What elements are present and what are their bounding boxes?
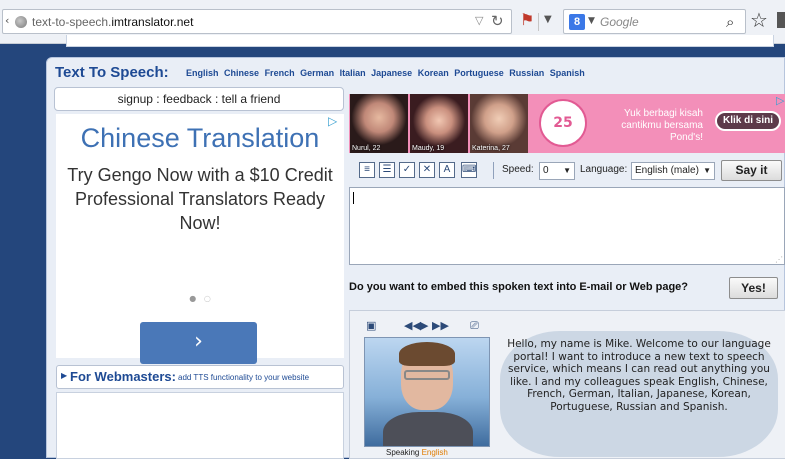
- expand-arrow-icon[interactable]: ▶: [61, 371, 67, 380]
- speaking-label: Speaking: [386, 448, 420, 457]
- ponds-logo[interactable]: 25: [539, 99, 587, 147]
- say-it-button[interactable]: Say it: [721, 160, 782, 181]
- speech-text: Hello, my name is Mike. Welcome to our l…: [507, 338, 771, 413]
- webmasters-section[interactable]: ▶ For Webmasters: add TTS functionality …: [56, 365, 344, 389]
- search-engine-icon[interactable]: 8: [569, 14, 585, 30]
- banner-cta-button[interactable]: Klik di sini: [715, 111, 781, 131]
- carousel-dot-active[interactable]: ●: [189, 294, 196, 303]
- webmasters-title[interactable]: For Webmasters:: [70, 369, 176, 384]
- avatar-panel: ▣ ◀◀ ▶ ▶▶ ⎚ Speaking English Hello, my n…: [349, 310, 785, 459]
- language-select[interactable]: English (male) ▼: [631, 162, 715, 180]
- banner-photo[interactable]: Katerina, 27: [470, 94, 528, 153]
- photo-caption: Katerina, 27: [472, 145, 510, 152]
- star-icon[interactable]: ☆: [750, 8, 768, 32]
- search-engine-dropdown-icon[interactable]: ▼: [588, 16, 595, 26]
- speaking-status: Speaking English: [386, 448, 448, 457]
- address-bar[interactable]: ‹ text-to-speech.imtranslator.net ▽ ↻: [2, 9, 512, 34]
- lang-link-russian[interactable]: Russian: [509, 68, 544, 78]
- language-links: English Chinese French German Italian Ja…: [186, 68, 588, 78]
- photo-caption: Maudy, 19: [412, 145, 445, 152]
- url-text[interactable]: text-to-speech.imtranslator.net: [32, 15, 193, 29]
- player-controls: ▣ ◀◀ ▶ ▶▶ ⎚: [366, 319, 494, 333]
- ad-title[interactable]: Chinese Translation: [56, 123, 344, 154]
- embed-row: Do you want to embed this spoken text in…: [349, 274, 785, 302]
- banner-text[interactable]: Yuk berbagi kisah cantikmu bersama Pond'…: [599, 108, 703, 144]
- language-value: English (male): [635, 165, 699, 176]
- notes-icon[interactable]: ≡: [359, 162, 375, 178]
- tts-text-input[interactable]: ⋰: [349, 187, 785, 265]
- ad-choices-icon[interactable]: ▷: [776, 94, 784, 107]
- url-history-dropdown-icon[interactable]: ▽: [475, 14, 483, 27]
- avatar-glasses: [404, 370, 450, 380]
- account-links-bar[interactable]: signup : feedback : tell a friend: [54, 87, 344, 111]
- ad-body[interactable]: Try Gengo Now with a $10 Credit Professi…: [66, 163, 334, 235]
- photo-caption: Nurul, 22: [352, 145, 381, 152]
- toolbar-separator: [538, 13, 539, 31]
- play-icon[interactable]: ▶: [420, 319, 428, 332]
- bookmark-ribbon-icon[interactable]: ⚑: [520, 10, 534, 29]
- text-ad[interactable]: ▷ Chinese Translation Try Gengo Now with…: [56, 114, 344, 364]
- lang-link-french[interactable]: French: [265, 68, 295, 78]
- rewind-icon[interactable]: ◀◀: [404, 319, 421, 332]
- ponds-banner-ad[interactable]: Nurul, 22 Maudy, 19 Katerina, 27 25 Yuk …: [349, 94, 785, 153]
- yes-button[interactable]: Yes!: [729, 277, 778, 299]
- language-label: Language:: [580, 164, 628, 175]
- fast-forward-icon[interactable]: ▶▶: [432, 319, 449, 332]
- speed-value: 0: [543, 165, 549, 176]
- menu-icon[interactable]: ▣: [366, 319, 376, 332]
- lang-link-english[interactable]: English: [186, 68, 219, 78]
- lang-link-italian[interactable]: Italian: [340, 68, 366, 78]
- tts-toolbar: ≡ ☰ ✓ ✕ A ⌨ Speed: 0 ▼ Language: English…: [349, 159, 785, 183]
- banner-photo[interactable]: Nurul, 22: [350, 94, 408, 153]
- globe-icon: [15, 16, 27, 28]
- avatar-hair: [399, 342, 455, 366]
- resize-grip-icon[interactable]: ⋰: [775, 255, 783, 264]
- speed-label: Speed:: [502, 164, 534, 175]
- search-box[interactable]: 8 ▼ Google ⌕: [563, 9, 746, 34]
- carousel-dot[interactable]: ○: [204, 294, 211, 303]
- avatar-body: [383, 412, 473, 446]
- page-top-strip: [66, 35, 774, 47]
- embed-question: Do you want to embed this spoken text in…: [349, 281, 688, 293]
- list-icon[interactable]: ☰: [379, 162, 395, 178]
- keyboard-icon[interactable]: ⌨: [461, 162, 477, 178]
- text-cursor: [353, 192, 354, 204]
- chevron-down-icon[interactable]: ▼: [544, 14, 552, 25]
- menu-edge-icon[interactable]: [777, 12, 785, 28]
- search-icon[interactable]: ⌕: [726, 13, 734, 31]
- chevron-down-icon[interactable]: ▼: [703, 163, 711, 179]
- reload-icon[interactable]: ↻: [491, 12, 504, 30]
- page-title: Text To Speech:: [55, 64, 169, 81]
- lang-link-portuguese[interactable]: Portuguese: [454, 68, 504, 78]
- search-input[interactable]: Google: [600, 15, 639, 29]
- main-panel: Text To Speech: English Chinese French G…: [46, 57, 785, 459]
- back-arrow-icon[interactable]: ‹: [5, 14, 9, 27]
- font-size-icon[interactable]: A: [439, 162, 455, 178]
- lang-link-korean[interactable]: Korean: [418, 68, 449, 78]
- title-row: Text To Speech: English Chinese French G…: [55, 64, 780, 84]
- speaking-language: English: [421, 448, 448, 457]
- webmasters-content: [56, 392, 344, 459]
- avatar[interactable]: [364, 337, 490, 447]
- toolbar-separator: [493, 162, 494, 179]
- lang-link-chinese[interactable]: Chinese: [224, 68, 259, 78]
- banner-photo[interactable]: Maudy, 19: [410, 94, 468, 153]
- chevron-down-icon[interactable]: ▼: [563, 163, 571, 179]
- speech-bubble-icon[interactable]: ⎚: [470, 319, 479, 333]
- lang-link-spanish[interactable]: Spanish: [550, 68, 585, 78]
- speed-select[interactable]: 0 ▼: [539, 162, 575, 180]
- lang-link-japanese[interactable]: Japanese: [371, 68, 412, 78]
- trash-icon[interactable]: ✕: [419, 162, 435, 178]
- spellcheck-icon[interactable]: ✓: [399, 162, 415, 178]
- webmasters-subtitle[interactable]: add TTS functionality to your website: [178, 373, 309, 382]
- ad-carousel-dots: ● ○: [56, 294, 344, 303]
- lang-link-german[interactable]: German: [300, 68, 334, 78]
- ad-next-button[interactable]: ›: [140, 322, 257, 364]
